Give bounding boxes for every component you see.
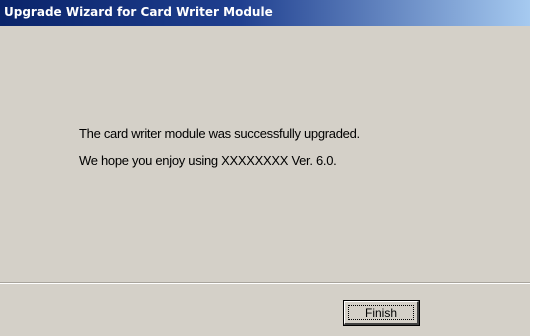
- success-message: The card writer module was successfully …: [79, 126, 360, 141]
- window-title: Upgrade Wizard for Card Writer Module: [4, 5, 273, 19]
- thank-you-message: We hope you enjoy using XXXXXXXX Ver. 6.…: [79, 153, 337, 168]
- title-bar[interactable]: Upgrade Wizard for Card Writer Module: [0, 0, 530, 26]
- wizard-dialog: Upgrade Wizard for Card Writer Module Th…: [0, 0, 530, 336]
- finish-button[interactable]: Finish: [344, 301, 419, 325]
- finish-button-label: Finish: [348, 305, 414, 320]
- button-area-divider: [0, 282, 530, 284]
